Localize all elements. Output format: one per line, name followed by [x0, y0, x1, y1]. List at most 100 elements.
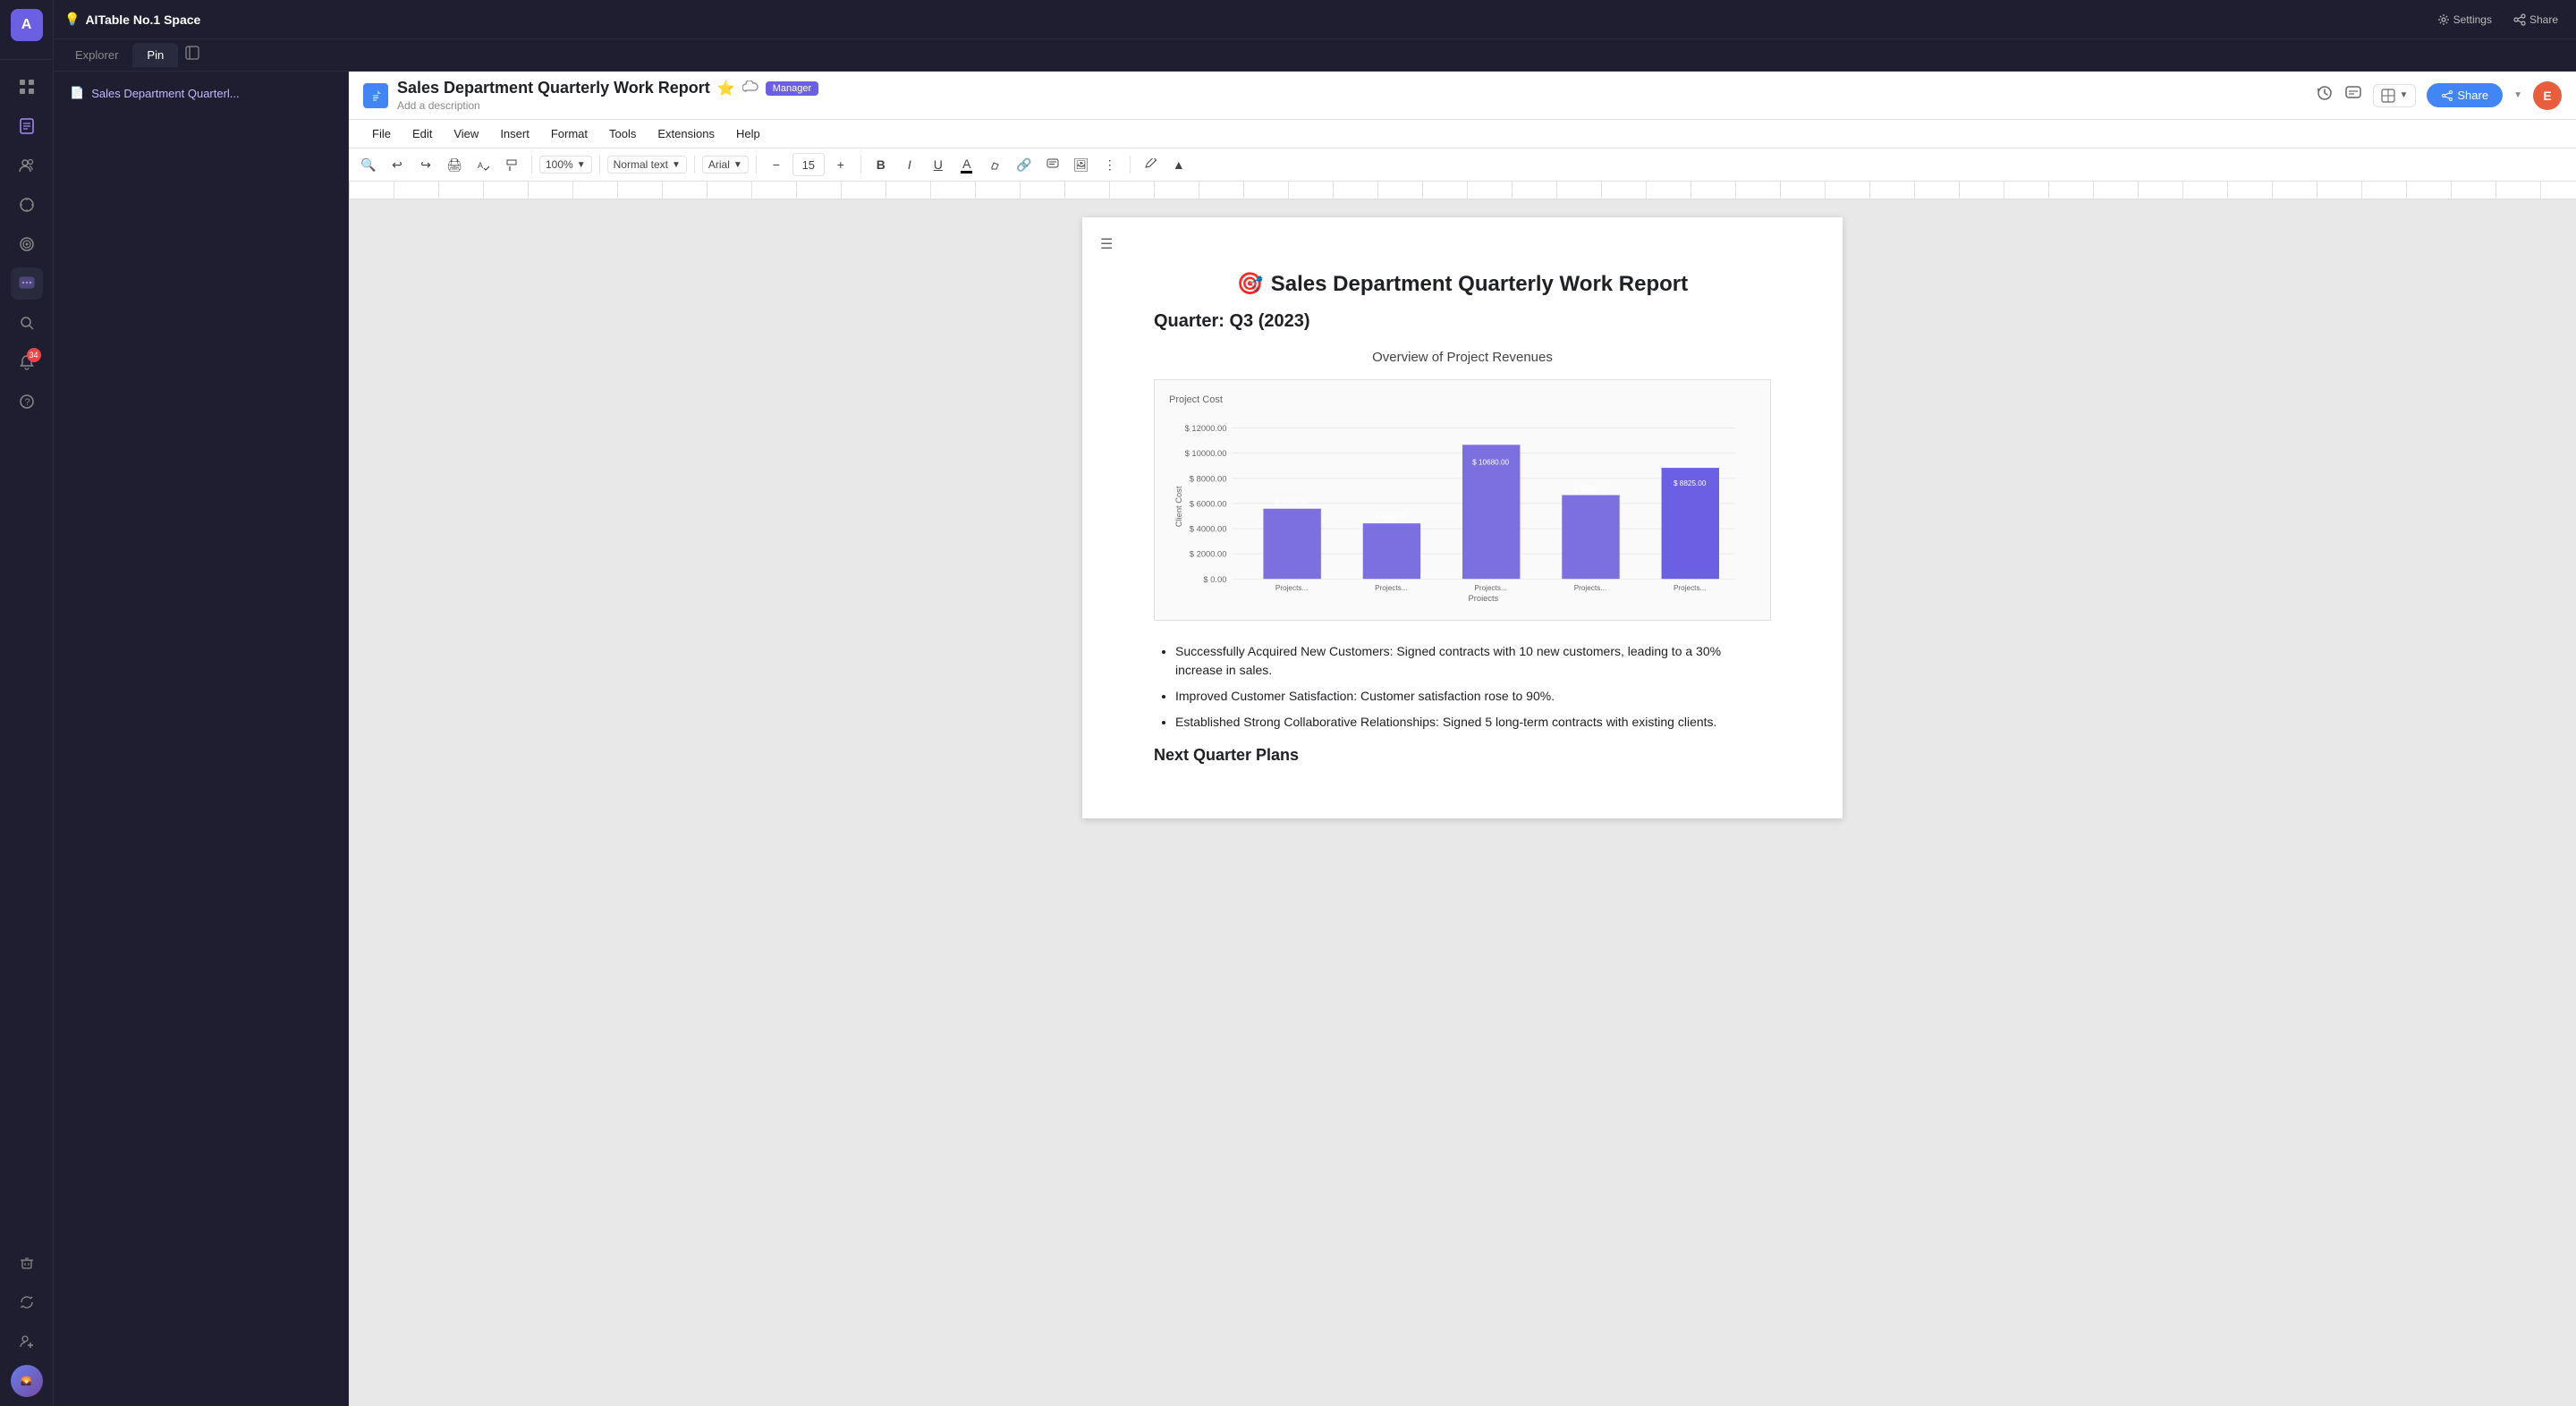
sidebar-icon-explore[interactable]: [11, 189, 43, 221]
comment-icon[interactable]: [2344, 84, 2362, 106]
separator-3: [694, 156, 695, 174]
image-button[interactable]: 🖼: [1069, 152, 1094, 177]
separator-1: [531, 156, 532, 174]
chevron-down-icon: ▼: [672, 160, 681, 170]
link-button[interactable]: 🔗: [1012, 152, 1037, 177]
chevron-down-icon: ▼: [577, 160, 586, 170]
bulb-icon: 💡: [64, 12, 80, 27]
sidebar-icon-chat[interactable]: [11, 267, 43, 300]
collapse-button[interactable]: ▲: [1166, 152, 1191, 177]
sidebar-icon-trash[interactable]: [11, 1247, 43, 1279]
svg-text:Client Cost: Client Cost: [1174, 486, 1183, 527]
bullet-item-1: Successfully Acquired New Customers: Sig…: [1175, 642, 1771, 680]
toolbar: 🔍 ↩ ↪ 🖨 A 100%: [349, 148, 2576, 182]
zoom-select[interactable]: 100% ▼: [539, 156, 592, 174]
doc-list-icon: 📄: [70, 86, 84, 100]
menu-tools[interactable]: Tools: [600, 123, 645, 144]
svg-text:Projects...: Projects...: [1574, 584, 1606, 592]
doc-sub-heading: Quarter: Q3 (2023): [1154, 311, 1771, 332]
undo-button[interactable]: ↩: [385, 152, 410, 177]
text-style-select[interactable]: Normal text ▼: [607, 156, 687, 174]
sidebar-icon-doc[interactable]: [11, 110, 43, 142]
italic-button[interactable]: I: [897, 152, 922, 177]
toc-icon[interactable]: ☰: [1100, 235, 1113, 253]
view-selector[interactable]: ▼: [2373, 84, 2416, 107]
spellcheck-button[interactable]: A: [470, 152, 496, 177]
doc-title-group: Sales Department Quarterly Work Report ⭐…: [397, 79, 818, 112]
svg-text:Projects...: Projects...: [1674, 584, 1706, 592]
svg-text:$ 10680.00: $ 10680.00: [1472, 459, 1509, 467]
tab-explorer[interactable]: Explorer: [61, 43, 132, 67]
ruler: [349, 182, 2576, 199]
menu-format[interactable]: Format: [542, 123, 597, 144]
add-description[interactable]: Add a description: [397, 97, 818, 112]
manager-badge: Manager: [766, 81, 818, 96]
sidebar-toggle-icon[interactable]: [185, 46, 199, 64]
sidebar-icon-search[interactable]: [11, 307, 43, 339]
svg-text:$ 12000.00: $ 12000.00: [1185, 424, 1227, 433]
user-avatar-circle[interactable]: E: [2533, 81, 2562, 110]
svg-text:$ 5560.00: $ 5560.00: [1275, 498, 1309, 506]
tab-pin[interactable]: Pin: [132, 43, 178, 67]
share-top-button[interactable]: Share: [2506, 10, 2565, 30]
menu-extensions[interactable]: Extensions: [648, 123, 724, 144]
file-list: 📄 Sales Department Quarterl...: [54, 72, 348, 114]
font-size-input[interactable]: 15: [792, 153, 825, 176]
text-color-button[interactable]: A: [954, 152, 979, 177]
sidebar-icon-users[interactable]: [11, 149, 43, 182]
font-select[interactable]: Arial ▼: [702, 156, 749, 174]
menu-view[interactable]: View: [445, 123, 487, 144]
paint-format-button[interactable]: [499, 152, 524, 177]
doc-icon-blue: [363, 83, 388, 108]
bold-button[interactable]: B: [869, 152, 894, 177]
font-size-decrease[interactable]: −: [764, 152, 789, 177]
doc-star-icon[interactable]: ⭐: [717, 80, 735, 97]
share-chevron[interactable]: ▼: [2513, 90, 2522, 100]
comment-button[interactable]: [1040, 152, 1065, 177]
font-size-increase[interactable]: +: [828, 152, 853, 177]
menu-file[interactable]: File: [363, 123, 400, 144]
sidebar-icon-help[interactable]: ?: [11, 385, 43, 418]
svg-text:$ 10000.00: $ 10000.00: [1185, 449, 1227, 458]
doc-content-wrapper[interactable]: ☰ 🎯 Sales Department Quarterly Work Repo…: [349, 199, 2576, 1406]
sidebar-icon-bell[interactable]: 34: [11, 346, 43, 378]
doc-list-item[interactable]: 📄 Sales Department Quarterl...: [61, 79, 341, 107]
sidebar-icon-target[interactable]: [11, 228, 43, 260]
doc-page: ☰ 🎯 Sales Department Quarterly Work Repo…: [1082, 217, 1843, 818]
svg-text:$ 0.00: $ 0.00: [1203, 575, 1226, 584]
edit-mode-button[interactable]: [1138, 152, 1163, 177]
doc-title-bar: Sales Department Quarterly Work Report ⭐…: [349, 72, 2576, 120]
underline-button[interactable]: U: [926, 152, 951, 177]
bar-chart: $ 12000.00 $ 10000.00 $ 8000.00 $ 6000.0…: [1169, 412, 1756, 601]
svg-text:?: ?: [24, 397, 30, 408]
cloud-icon: [742, 80, 758, 97]
svg-text:Projects...: Projects...: [1375, 584, 1407, 592]
app-avatar[interactable]: A: [11, 9, 43, 41]
bullet-list: Successfully Acquired New Customers: Sig…: [1154, 642, 1771, 732]
history-icon[interactable]: [2316, 84, 2334, 106]
menu-help[interactable]: Help: [727, 123, 769, 144]
chart-container: Project Cost $ 12000.00 $ 10000.00 $ 800…: [1154, 379, 1771, 621]
sidebar-bottom: 🌄: [11, 1247, 43, 1397]
svg-text:Projects...: Projects...: [1474, 584, 1506, 592]
highlight-button[interactable]: [983, 152, 1008, 177]
menu-edit[interactable]: Edit: [403, 123, 441, 144]
redo-button[interactable]: ↪: [413, 152, 438, 177]
svg-text:Projects...: Projects...: [1275, 584, 1308, 592]
share-button[interactable]: Share: [2427, 83, 2503, 107]
menu-bar: File Edit View Insert Format Tools Exten…: [349, 120, 2576, 148]
sidebar: A: [0, 0, 54, 1406]
user-avatar[interactable]: 🌄: [11, 1365, 43, 1397]
svg-text:Projects: Projects: [1469, 594, 1499, 601]
more-button[interactable]: ⋮: [1097, 152, 1123, 177]
menu-insert[interactable]: Insert: [491, 123, 538, 144]
sidebar-icon-add-user[interactable]: [11, 1326, 43, 1358]
settings-button[interactable]: Settings: [2430, 10, 2499, 30]
doc-title: Sales Department Quarterly Work Report: [397, 79, 710, 97]
svg-text:$ 6000.00: $ 6000.00: [1190, 499, 1227, 508]
search-button[interactable]: 🔍: [356, 152, 381, 177]
sidebar-icon-grid[interactable]: [11, 71, 43, 103]
svg-text:A: A: [478, 161, 483, 170]
sidebar-icon-refresh[interactable]: [11, 1286, 43, 1318]
print-button[interactable]: 🖨: [442, 152, 467, 177]
